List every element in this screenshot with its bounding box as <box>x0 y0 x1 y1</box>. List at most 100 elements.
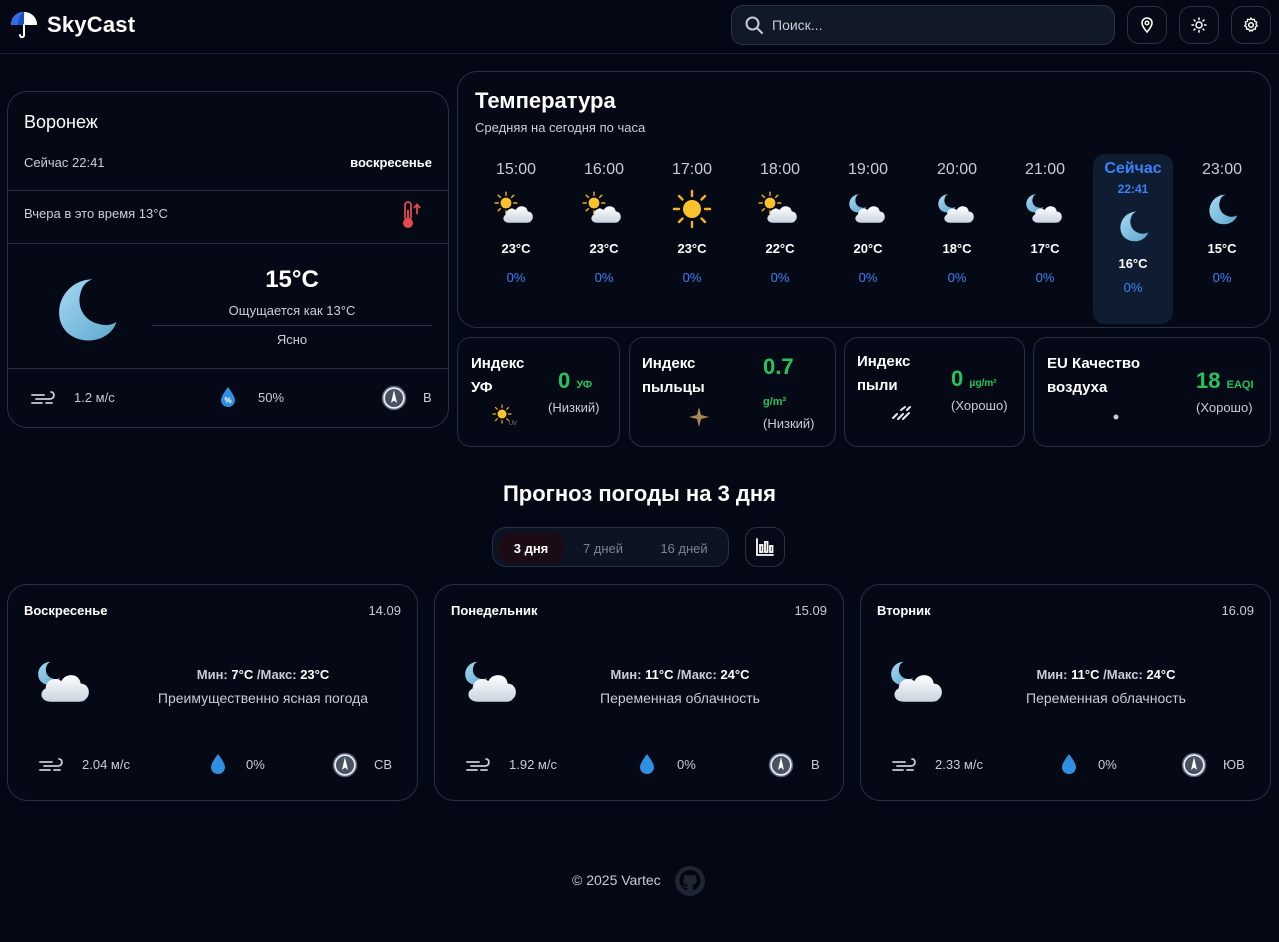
uv-sun-icon: UV <box>492 404 517 427</box>
forecast-tabs: 3 дня 7 дней 16 дней <box>492 527 729 567</box>
min-max-temp: Мин: 11°C /Макс: 24°C <box>961 667 1251 682</box>
hour-time: 18:00 <box>759 161 801 178</box>
dust-level: (Хорошо) <box>951 398 1008 413</box>
pollen-unit: g/m² <box>763 396 787 408</box>
hour-precip: 0% <box>770 270 790 285</box>
app-name: SkyCast <box>47 12 136 37</box>
min-max-temp: Мин: 7°C /Макс: 23°C <box>118 667 408 682</box>
sun-cloud-icon <box>476 187 556 231</box>
copyright: © 2025 Vartec <box>572 872 661 888</box>
tab-7-days[interactable]: 7 дней <box>569 533 637 563</box>
max-label: /Макс: <box>1103 667 1143 682</box>
hour-precip: 0% <box>1123 280 1143 295</box>
weekday: воскресенье <box>350 155 432 170</box>
hour-time: 23:00 <box>1201 161 1243 178</box>
tab-16-days[interactable]: 16 дней <box>643 533 725 563</box>
hour-time: Сейчас <box>1104 160 1162 177</box>
hour-temp: 20°C <box>853 241 883 256</box>
air-icon <box>1113 414 1119 420</box>
city-name: Воронеж <box>24 112 98 132</box>
settings-button[interactable] <box>1231 6 1271 44</box>
raindrop-icon <box>640 754 654 774</box>
hour-time: 19:00 <box>847 161 889 178</box>
wind-speed: 2.04 м/с <box>82 757 130 772</box>
search-box[interactable] <box>731 5 1115 45</box>
location-button[interactable] <box>1127 6 1167 44</box>
raindrop-icon <box>211 754 225 774</box>
hour-temp: 17°C <box>1030 241 1060 256</box>
hour-time: 20:00 <box>936 161 978 178</box>
wind-icon <box>31 391 55 404</box>
hour-time: 15:00 <box>495 161 537 178</box>
humidity-icon: % <box>221 387 235 407</box>
wind-speed: 1.92 м/с <box>509 757 557 772</box>
pollen-icon <box>689 407 709 427</box>
forecast-day-card[interactable]: Воскресенье 14.09 Мин: 7°C /Макс: 23°C П… <box>7 584 418 801</box>
compass-icon <box>768 752 794 778</box>
wind-speed: 1.2 м/с <box>74 390 115 405</box>
hour-item: 18:00 22°C 0% <box>740 150 820 285</box>
aqi-unit: EAQI <box>1226 379 1254 391</box>
uv-title-2: УФ <box>471 379 493 396</box>
dust-icon <box>892 406 911 420</box>
svg-text:UV: UV <box>509 421 517 427</box>
day-date: 15.09 <box>794 603 827 618</box>
hour-temp: 15°C <box>1207 241 1237 256</box>
min-temp: 11°C <box>1071 667 1100 682</box>
divider <box>8 368 448 369</box>
gear-icon <box>1244 17 1258 32</box>
github-icon[interactable] <box>674 865 706 897</box>
moon-icon <box>48 272 122 346</box>
forecast-day-card[interactable]: Вторник 16.09 Мин: 11°C /Макс: 24°C Пере… <box>860 584 1271 801</box>
aqi-value: 18 EAQI <box>1196 368 1254 394</box>
divider <box>8 190 448 191</box>
search-input[interactable] <box>772 17 1092 33</box>
hour-precip: 0% <box>682 270 702 285</box>
uv-level: (Низкий) <box>548 400 600 415</box>
hour-temp: 23°C <box>589 241 619 256</box>
min-temp: 11°C <box>645 667 674 682</box>
max-temp: 23°C <box>300 667 330 682</box>
day-description: Преимущественно ясная погода <box>157 690 369 706</box>
hour-precip: 0% <box>1212 270 1232 285</box>
yesterday-temp: Вчера в это время 13°С <box>24 206 168 221</box>
compass-icon <box>381 385 407 411</box>
wind-icon <box>466 758 490 771</box>
pollen-value: 0.7 <box>763 354 794 379</box>
humidity-value: 50% <box>258 390 285 405</box>
dust-number: 0 <box>951 366 964 391</box>
pollen-index-card: Индекс пыльцы 0.7 g/m² (Низкий) <box>629 337 836 447</box>
temperature-subtitle: Средняя на сегодня по часа <box>475 120 646 135</box>
day-date: 14.09 <box>368 603 401 618</box>
uv-title-1: Индекс <box>471 355 525 372</box>
logo[interactable]: SkyCast <box>9 10 135 40</box>
hour-item: 16:00 23°C 0% <box>564 150 644 285</box>
hour-temp: 16°C <box>1118 256 1148 271</box>
pollen-level: (Низкий) <box>763 416 815 431</box>
pollen-title-2: пыльцы <box>642 379 705 396</box>
hour-time: 16:00 <box>583 161 625 178</box>
moon-cloud-icon <box>465 661 516 702</box>
dust-title-2: пыли <box>857 377 898 394</box>
sun-icon <box>1191 17 1207 33</box>
moon-cloud-icon <box>1005 187 1085 231</box>
hour-temp: 23°C <box>677 241 707 256</box>
hour-item-current: Сейчас 22:41 16°C 0% <box>1093 154 1173 324</box>
bar-chart-icon <box>756 538 774 556</box>
hour-precip: 0% <box>594 270 614 285</box>
hour-temp: 23°C <box>501 241 531 256</box>
hour-temp: 22°C <box>765 241 795 256</box>
min-label: Мин: <box>610 667 642 682</box>
chart-view-button[interactable] <box>745 527 785 567</box>
temperature-title: Температура <box>475 88 616 113</box>
hour-item: 15:00 23°C 0% <box>476 150 556 285</box>
min-label: Мин: <box>196 667 228 682</box>
theme-toggle-button[interactable] <box>1179 6 1219 44</box>
tab-3-days[interactable]: 3 дня <box>498 533 564 563</box>
hour-precip: 0% <box>1035 270 1055 285</box>
moon-icon <box>1093 206 1173 246</box>
umbrella-icon <box>11 12 37 39</box>
day-description: Переменная облачность <box>600 690 760 706</box>
forecast-day-card[interactable]: Понедельник 15.09 Мин: 11°C /Макс: 24°C … <box>434 584 844 801</box>
wind-direction: В <box>811 757 820 772</box>
